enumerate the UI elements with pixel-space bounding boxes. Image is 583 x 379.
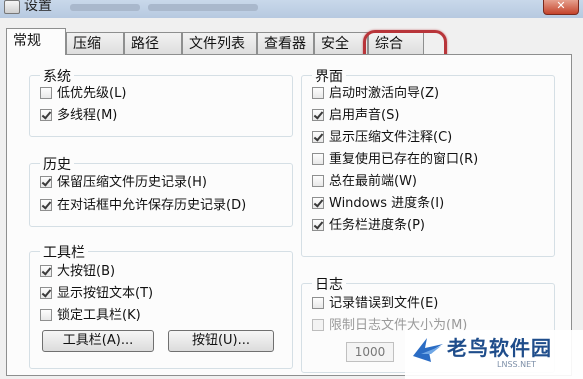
checkbox[interactable] <box>40 176 52 188</box>
tab-viewer[interactable]: 查看器 <box>257 32 314 54</box>
group-history: 历史 保留压缩文件历史记录(H) 在对话框中允许保存历史记录(D) <box>29 154 293 227</box>
checkbox[interactable] <box>312 87 324 99</box>
tab-general[interactable]: 常规 <box>6 28 66 55</box>
option-label: 在对话框中允许保存历史记录(D) <box>57 198 247 213</box>
option-label: 保留压缩文件历史记录(H) <box>57 175 207 190</box>
title-blur <box>148 4 258 11</box>
group-title-interface: 界面 <box>312 66 346 86</box>
checkbox[interactable] <box>312 219 324 231</box>
group-interface: 界面 启动时激活向导(Z) 启用声音(S) 显示压缩文件注释(C) 重复使用已存… <box>301 66 555 257</box>
group-title-history: 历史 <box>40 154 74 174</box>
tab-compression[interactable]: 压缩 <box>66 32 124 54</box>
checkbox[interactable] <box>40 287 52 299</box>
option-large-buttons[interactable]: 大按钮(B) <box>40 262 115 282</box>
button-settings-button[interactable]: 按钮(U)... <box>168 330 274 352</box>
option-label: Windows 进度条(I) <box>329 196 445 211</box>
option-taskbar-progress-bar[interactable]: 任务栏进度条(P) <box>312 216 425 236</box>
option-label: 任务栏进度条(P) <box>329 218 425 233</box>
checkbox[interactable] <box>312 131 324 143</box>
tab-paths[interactable]: 路径 <box>124 32 182 54</box>
checkbox[interactable] <box>312 153 324 165</box>
option-label: 启用声音(S) <box>329 108 400 123</box>
option-label: 记录错误到文件(E) <box>329 296 439 311</box>
checkbox[interactable] <box>40 309 52 321</box>
group-toolbar: 工具栏 大按钮(B) 显示按钮文本(T) 锁定工具栏(K) 工具栏(A)... … <box>29 242 293 369</box>
option-always-on-top[interactable]: 总在最前端(W) <box>312 172 417 192</box>
option-enable-sound[interactable]: 启用声音(S) <box>312 106 399 126</box>
option-windows-progress-bar[interactable]: Windows 进度条(I) <box>312 194 444 214</box>
log-size-input[interactable]: 1000 <box>346 342 394 362</box>
option-label: 总在最前端(W) <box>329 174 417 189</box>
group-system: 系统 低优先级(L) 多线程(M) <box>29 66 293 137</box>
option-label: 启动时激活向导(Z) <box>329 86 440 101</box>
checkbox[interactable] <box>40 199 52 211</box>
checkbox[interactable] <box>40 87 52 99</box>
option-reuse-window[interactable]: 重复使用已存在的窗口(R) <box>312 150 478 170</box>
watermark-subtext: LNSS.NET <box>497 360 537 369</box>
bird-logo-icon <box>413 338 443 362</box>
checkbox[interactable] <box>40 265 52 277</box>
checkbox[interactable] <box>312 297 324 309</box>
checkbox[interactable] <box>312 109 324 121</box>
option-low-priority[interactable]: 低优先级(L) <box>40 84 126 104</box>
tab-file-list[interactable]: 文件列表 <box>182 32 257 54</box>
settings-dialog: 常规 压缩 路径 文件列表 查看器 安全 综合 系统 低优先级(L) 多线程(M… <box>0 18 583 379</box>
option-label: 重复使用已存在的窗口(R) <box>329 152 479 167</box>
title-blur <box>70 4 140 11</box>
option-label: 低优先级(L) <box>57 86 127 101</box>
checkbox[interactable] <box>40 109 52 121</box>
option-label: 显示按钮文本(T) <box>57 286 154 301</box>
option-allow-dialog-history[interactable]: 在对话框中允许保存历史记录(D) <box>40 196 246 216</box>
app-icon <box>4 0 20 14</box>
option-multithreading[interactable]: 多线程(M) <box>40 106 117 126</box>
toolbar-settings-button[interactable]: 工具栏(A)... <box>42 330 154 352</box>
option-log-errors[interactable]: 记录错误到文件(E) <box>312 294 438 314</box>
option-lock-toolbar[interactable]: 锁定工具栏(K) <box>40 306 141 326</box>
watermark-text: 老鸟软件园 <box>447 336 552 360</box>
option-show-button-text[interactable]: 显示按钮文本(T) <box>40 284 153 304</box>
close-button[interactable]: ✕ <box>543 0 579 15</box>
group-title-log: 日志 <box>312 274 346 294</box>
window-title: 设置 <box>24 0 52 14</box>
option-show-archive-comment[interactable]: 显示压缩文件注释(C) <box>312 128 452 148</box>
option-start-wizard[interactable]: 启动时激活向导(Z) <box>312 84 439 104</box>
tab-panel-general: 系统 低优先级(L) 多线程(M) 历史 保留压缩文件历史记录(H) 在对话框中… <box>6 54 572 376</box>
option-label: 锁定工具栏(K) <box>57 308 141 323</box>
option-label: 显示压缩文件注释(C) <box>329 130 453 145</box>
watermark: 老鸟软件园 LNSS.NET <box>405 330 583 379</box>
option-keep-archive-history[interactable]: 保留压缩文件历史记录(H) <box>40 173 207 193</box>
group-title-system: 系统 <box>40 66 74 86</box>
option-label: 大按钮(B) <box>57 264 116 279</box>
title-bar: 设置 ✕ <box>0 0 583 19</box>
checkbox[interactable] <box>312 319 324 331</box>
checkbox[interactable] <box>312 175 324 187</box>
group-title-toolbar: 工具栏 <box>40 242 88 262</box>
checkbox[interactable] <box>312 197 324 209</box>
tab-security[interactable]: 安全 <box>314 32 368 54</box>
option-label: 多线程(M) <box>57 108 118 123</box>
